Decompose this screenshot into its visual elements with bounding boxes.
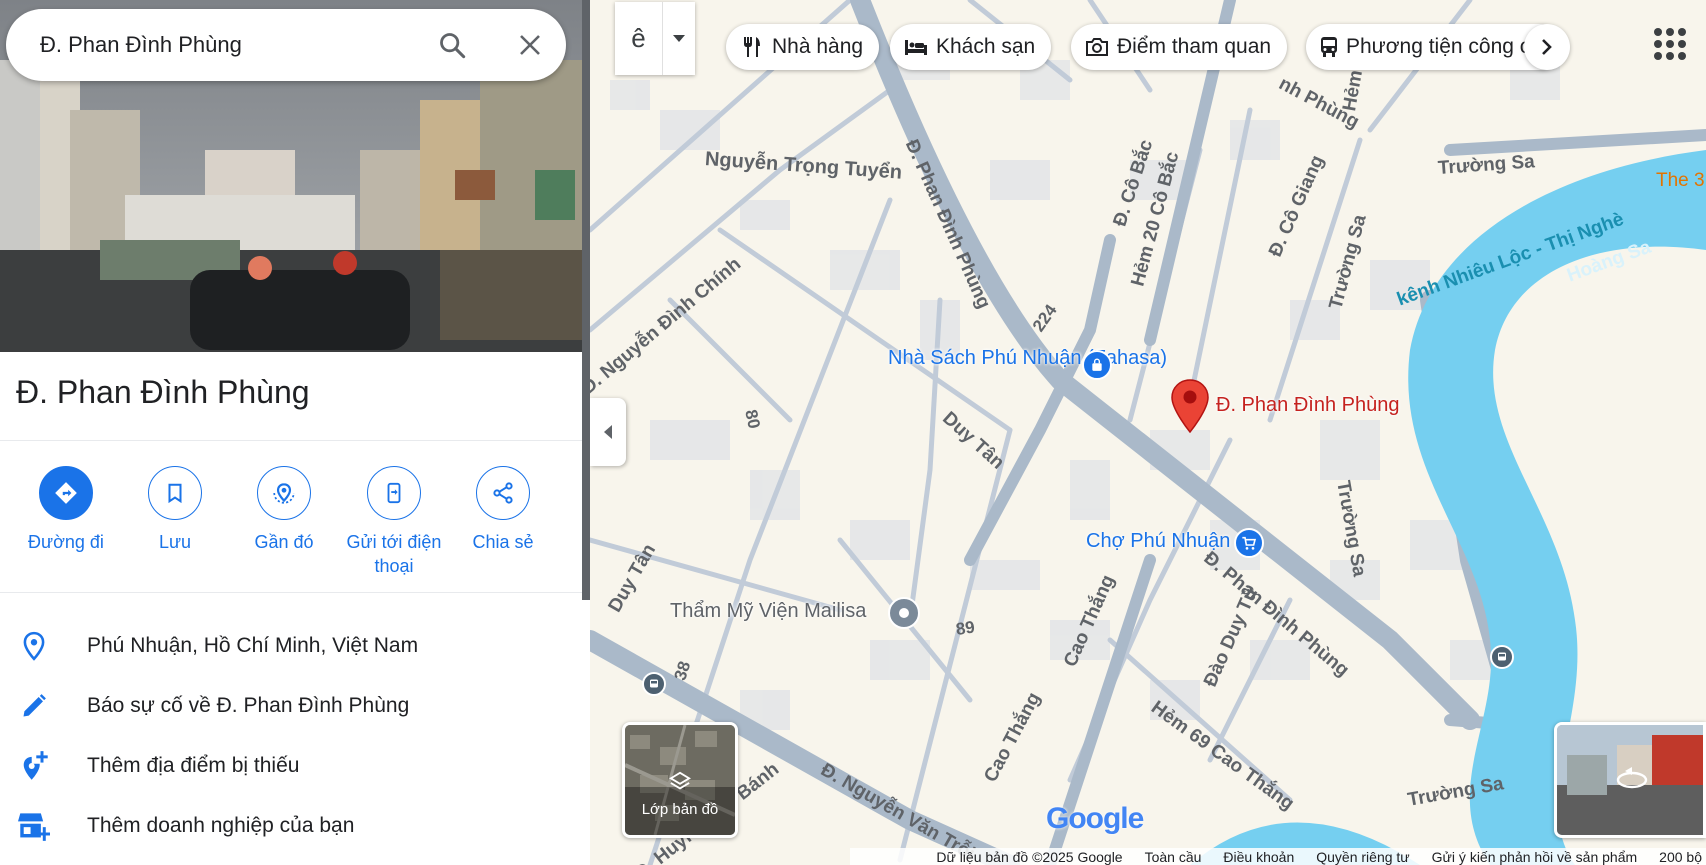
place-panel: Đ. Phan Đình Phùng Đ. Phan Đình Phùng Đư… bbox=[0, 0, 590, 865]
send-to-phone-button[interactable]: Gửi tới điện thoại bbox=[339, 466, 449, 578]
maps-app: Đ. Phan Đình Phùng Đ. Phan Đình Phùng Đư… bbox=[0, 0, 1706, 865]
google-logo-text: Google bbox=[1046, 802, 1144, 835]
pencil-icon bbox=[18, 690, 50, 722]
pin-label: Đ. Phan Đình Phùng bbox=[1216, 394, 1400, 416]
copyright-text: Dữ liệu bản đồ ©2025 Google bbox=[936, 848, 1123, 865]
chip-label: Nhà hàng bbox=[772, 35, 864, 58]
share-button[interactable]: Chia sẻ bbox=[448, 466, 558, 554]
input-tools-control[interactable]: ê bbox=[615, 2, 695, 75]
address-row[interactable]: Phú Nhuận, Hồ Chí Minh, Việt Nam bbox=[0, 618, 582, 674]
directions-button[interactable]: Đường đi bbox=[11, 466, 121, 554]
map-pin-icon[interactable] bbox=[1170, 378, 1210, 434]
directions-label: Đường đi bbox=[28, 532, 104, 552]
address-text: Phú Nhuận, Hồ Chí Minh, Việt Nam bbox=[87, 634, 419, 657]
language-toggle[interactable]: ê bbox=[615, 2, 663, 75]
add-business-row[interactable]: Thêm doanh nghiệp của bạn bbox=[0, 798, 582, 854]
poi-dot-icon[interactable] bbox=[888, 597, 920, 629]
report-issue-row[interactable]: Báo sự cố về Đ. Phan Đình Phùng bbox=[0, 678, 582, 734]
caret-left-icon bbox=[604, 425, 612, 439]
search-icon[interactable] bbox=[434, 27, 470, 63]
chevron-right-icon bbox=[1542, 39, 1552, 55]
camera-icon bbox=[1085, 35, 1109, 59]
scale-label[interactable]: 200 bộ bbox=[1659, 849, 1702, 865]
nearby-button[interactable]: Gần đó bbox=[229, 466, 339, 554]
transit-icon bbox=[1320, 35, 1338, 59]
search-input[interactable]: Đ. Phan Đình Phùng bbox=[40, 9, 420, 81]
place-label: The 3 bbox=[1656, 170, 1705, 191]
layers-button[interactable]: Lớp bản đồ bbox=[622, 722, 738, 838]
street-view-thumbnail[interactable] bbox=[1554, 722, 1706, 838]
apps-grid-icon[interactable] bbox=[1648, 22, 1688, 62]
phone-icon bbox=[367, 466, 421, 520]
location-pin-icon bbox=[18, 630, 50, 662]
global-link[interactable]: Toàn cầu bbox=[1145, 849, 1202, 865]
save-button[interactable]: Lưu bbox=[120, 466, 230, 554]
close-icon[interactable] bbox=[512, 27, 548, 63]
share-icon bbox=[476, 466, 530, 520]
chip-label: Phương tiện công c bbox=[1346, 35, 1531, 58]
collapse-panel-button[interactable] bbox=[590, 398, 626, 466]
rotate-360-icon bbox=[1615, 767, 1649, 796]
add-missing-place-row[interactable]: Thêm địa điểm bị thiếu bbox=[0, 738, 582, 794]
poi-mailisa-label[interactable]: Thẩm Mỹ Viện Mailisa bbox=[670, 600, 866, 623]
layers-icon bbox=[625, 771, 735, 793]
poi-cho-label[interactable]: Chợ Phú Nhuận bbox=[1086, 530, 1230, 553]
shopping-bag-icon[interactable] bbox=[1082, 350, 1112, 380]
bookmark-icon bbox=[148, 466, 202, 520]
nearby-label: Gần đó bbox=[254, 532, 314, 552]
cart-icon[interactable] bbox=[1234, 528, 1264, 558]
panel-scrollbar[interactable] bbox=[582, 0, 590, 600]
chips-next-button[interactable] bbox=[1524, 24, 1570, 70]
divider bbox=[0, 440, 582, 441]
map-footer: Dữ liệu bản đồ ©2025 Google Toàn cầu Điề… bbox=[850, 848, 1706, 865]
search-box[interactable]: Đ. Phan Đình Phùng bbox=[6, 9, 566, 81]
share-label: Chia sẻ bbox=[472, 532, 534, 552]
chip-attractions[interactable]: Điểm tham quan bbox=[1071, 24, 1288, 70]
chevron-down-icon[interactable] bbox=[663, 2, 695, 75]
map-base-layer bbox=[590, 0, 1706, 865]
save-label: Lưu bbox=[158, 532, 192, 552]
layers-label: Lớp bản đồ bbox=[641, 801, 719, 818]
chip-hotels[interactable]: Khách sạn bbox=[890, 24, 1052, 70]
chip-label: Khách sạn bbox=[936, 35, 1036, 58]
poi-fahasa[interactable]: Nhà Sách Phú Nhuận (Fahasa) bbox=[888, 348, 1167, 396]
bus-stop-icon[interactable] bbox=[642, 672, 666, 696]
restaurant-icon bbox=[740, 35, 764, 59]
page-title: Đ. Phan Đình Phùng bbox=[16, 374, 310, 410]
map-canvas[interactable]: Nguyễn Trọng Tuyển Đ. Phan Đình Phùng nh… bbox=[590, 0, 1706, 865]
feedback-link[interactable]: Gửi ý kiến phản hồi về sản phẩm bbox=[1432, 849, 1638, 865]
bus-stop-icon[interactable] bbox=[1490, 645, 1514, 669]
chip-label: Điểm tham quan bbox=[1117, 35, 1272, 58]
poi-label: Nhà Sách Phú Nhuận (Fahasa) bbox=[888, 347, 1168, 369]
nearby-icon bbox=[257, 466, 311, 520]
add-business-icon bbox=[18, 810, 50, 842]
report-issue-text: Báo sự cố về Đ. Phan Đình Phùng bbox=[87, 694, 410, 717]
add-place-icon bbox=[18, 750, 50, 782]
google-logo: Google bbox=[1046, 802, 1144, 836]
directions-icon bbox=[39, 466, 93, 520]
add-business-text: Thêm doanh nghiệp của bạn bbox=[87, 814, 355, 837]
chip-restaurants[interactable]: Nhà hàng bbox=[726, 24, 880, 70]
hotel-icon bbox=[904, 35, 928, 59]
terms-link[interactable]: Điều khoản bbox=[1223, 849, 1294, 865]
divider bbox=[0, 592, 582, 593]
privacy-link[interactable]: Quyền riêng tư bbox=[1316, 849, 1409, 865]
send-to-phone-label: Gửi tới điện thoại bbox=[346, 532, 442, 576]
street-number-label: 89 bbox=[954, 617, 976, 639]
add-missing-place-text: Thêm địa điểm bị thiếu bbox=[87, 754, 300, 777]
